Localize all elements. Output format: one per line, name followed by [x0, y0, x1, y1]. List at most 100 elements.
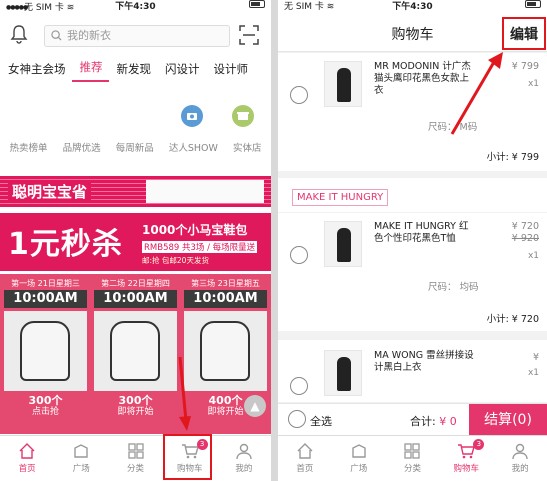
product-price: ¥	[532, 352, 539, 363]
sale-status: 点击抢	[31, 407, 59, 417]
checkout-bar: 全选 合计: ¥ 0 结算(0)	[278, 403, 547, 436]
total-label: 合计:	[410, 415, 436, 428]
cart-tab-highlight	[163, 434, 212, 480]
scroll-top-icon[interactable]: ▲	[244, 395, 266, 417]
scan-icon[interactable]	[239, 25, 259, 45]
sale-count: 300个	[28, 394, 63, 407]
link-hot-list[interactable]: 热卖榜单	[10, 140, 48, 154]
home-icon	[297, 443, 313, 459]
category-tabs: 女神主会场 推荐 新发现 闪设计 设计师	[0, 55, 271, 83]
tab-flash-design[interactable]: 闪设计	[157, 55, 206, 83]
shop-name-tag[interactable]: MAKE IT HUNGRY	[292, 189, 389, 206]
sale-time: 10:00AM	[184, 290, 267, 308]
sale-time: 10:00AM	[94, 290, 177, 308]
search-input[interactable]: 我的新衣	[44, 25, 230, 47]
camera-icon[interactable]	[181, 105, 203, 127]
product-price: ¥ 799	[511, 61, 539, 72]
cart-item: MA WONG 雷丝拼接设计黑白上衣 ¥ x1	[278, 340, 547, 402]
tab-label: 首页	[18, 464, 36, 474]
flash-sale-banner[interactable]: 1元秒杀 1000个小马宝鞋包 RMB589 共3场 / 每场限量送 邮:抢 包…	[0, 213, 271, 271]
tab-me[interactable]: 我的	[493, 436, 547, 481]
cart-screen: 无 SIM 卡 ≋ 下午4:30 购物车 编辑 MR MODONIN 计广杰 猫…	[278, 0, 547, 481]
square-icon	[351, 444, 366, 458]
checkout-button[interactable]: 结算(0)	[469, 404, 547, 436]
status-bar: ●●●●●无 SIM 卡 ≋ 下午4:30	[0, 0, 271, 15]
tab-cart[interactable]: 购物车 3	[439, 436, 493, 481]
grid-icon	[127, 443, 144, 459]
user-icon	[236, 443, 252, 460]
tab-label: 我的	[235, 464, 253, 474]
product-price-block: ¥ 720 ¥ 920	[512, 221, 539, 245]
total-value: ¥ 0	[439, 415, 457, 428]
store-icon[interactable]	[232, 105, 254, 127]
tab-recommend[interactable]: 推荐	[71, 55, 109, 82]
promo-banner[interactable]: 聪明宝宝省	[0, 176, 271, 207]
search-placeholder: 我的新衣	[67, 29, 111, 42]
product-thumbnail[interactable]	[324, 221, 362, 267]
product-name[interactable]: MAKE IT HUNGRY 红色个性印花黑色T恤	[374, 221, 474, 245]
tab-new-discovery[interactable]: 新发现	[109, 55, 158, 83]
flash-sale-note: 邮:抢 包邮20天发货	[142, 256, 209, 265]
flash-sale-price: RMB589 共3场 / 每场限量送	[142, 241, 258, 253]
tab-designer[interactable]: 设计师	[206, 55, 255, 83]
tab-square[interactable]: 广场	[332, 436, 386, 481]
cart-badge: 3	[473, 439, 485, 450]
sale-column[interactable]: 第一场 21日星期三 10:00AM 300个 点击抢	[4, 278, 87, 428]
link-physical-store[interactable]: 实体店	[233, 140, 262, 154]
sale-column[interactable]: 第二场 22日星期四 10:00AM 300个 即将开始	[94, 278, 177, 428]
tab-label: 广场	[72, 464, 90, 474]
sale-count: 300个	[118, 394, 153, 407]
battery-icon	[525, 0, 541, 8]
product-name[interactable]: MA WONG 雷丝拼接设计黑白上衣	[374, 350, 474, 374]
product-name[interactable]: MR MODONIN 计广杰 猫头鹰印花黑色女款上衣	[374, 61, 474, 97]
shop-row: MAKE IT HUNGRY	[278, 178, 547, 212]
wifi-icon: ≋	[66, 3, 75, 13]
tab-home[interactable]: 首页	[278, 436, 332, 481]
item-select-radio[interactable]	[290, 246, 308, 264]
product-size: 尺码： 均码	[428, 282, 479, 293]
signal-icon: ●●●●●	[6, 4, 28, 11]
backpack-image	[4, 311, 87, 391]
cart-item: MR MODONIN 计广杰 猫头鹰印花黑色女款上衣 ¥ 799 x1 尺码： …	[278, 53, 547, 171]
user-icon	[512, 443, 528, 460]
sale-header: 第二场 22日星期四	[101, 279, 170, 288]
tab-label: 分类	[127, 464, 145, 474]
item-select-radio[interactable]	[290, 86, 308, 104]
tab-category[interactable]: 分类	[108, 436, 162, 481]
original-price: ¥ 920	[511, 233, 539, 244]
select-all-label[interactable]: 全选	[310, 413, 332, 429]
tab-home[interactable]: 首页	[0, 436, 54, 481]
grid-icon	[404, 443, 421, 459]
bottom-tabbar: 首页 广场 分类 购物车 3 我的	[278, 435, 547, 481]
tab-category[interactable]: 分类	[386, 436, 440, 481]
flash-sale-grid: 第一场 21日星期三 10:00AM 300个 点击抢 第二场 22日星期四 1…	[0, 274, 271, 434]
backpack-image	[94, 311, 177, 391]
tab-main-venue[interactable]: 女神主会场	[0, 55, 72, 83]
product-thumbnail[interactable]	[324, 61, 362, 107]
status-bar: 无 SIM 卡 ≋ 下午4:30	[278, 0, 547, 15]
carrier-text: 无 SIM 卡	[24, 3, 64, 13]
total: 合计: ¥ 0	[410, 413, 457, 429]
cart-item: MAKE IT HUNGRY 红色个性印花黑色T恤 ¥ 720 ¥ 920 x1 …	[278, 213, 547, 331]
product-qty: x1	[527, 251, 539, 261]
tab-label: 广场	[350, 464, 368, 474]
bottom-tabbar: 首页 广场 分类 购物车 3 我的	[0, 435, 271, 481]
product-price: ¥ 720	[511, 221, 539, 232]
product-size: 尺码： M码	[428, 122, 478, 133]
sale-header: 第一场 21日星期三	[11, 279, 80, 288]
flash-sale-headline: 1元秒杀	[8, 227, 123, 262]
home-header: 我的新衣	[0, 15, 271, 55]
banner-white-block	[146, 180, 264, 203]
link-brand-pick[interactable]: 品牌优选	[63, 140, 101, 154]
tab-me[interactable]: 我的	[217, 436, 271, 481]
bell-icon[interactable]	[10, 24, 28, 44]
home-icon	[19, 443, 35, 459]
search-icon	[51, 30, 62, 41]
link-weekly-new[interactable]: 每周新品	[116, 140, 154, 154]
select-all-radio[interactable]	[288, 410, 306, 428]
tab-square[interactable]: 广场	[54, 436, 108, 481]
product-thumbnail[interactable]	[324, 350, 362, 396]
item-select-radio[interactable]	[290, 377, 308, 395]
link-talent-show[interactable]: 达人SHOW	[169, 140, 218, 154]
item-subtotal: 小计: ¥ 720	[486, 314, 539, 325]
